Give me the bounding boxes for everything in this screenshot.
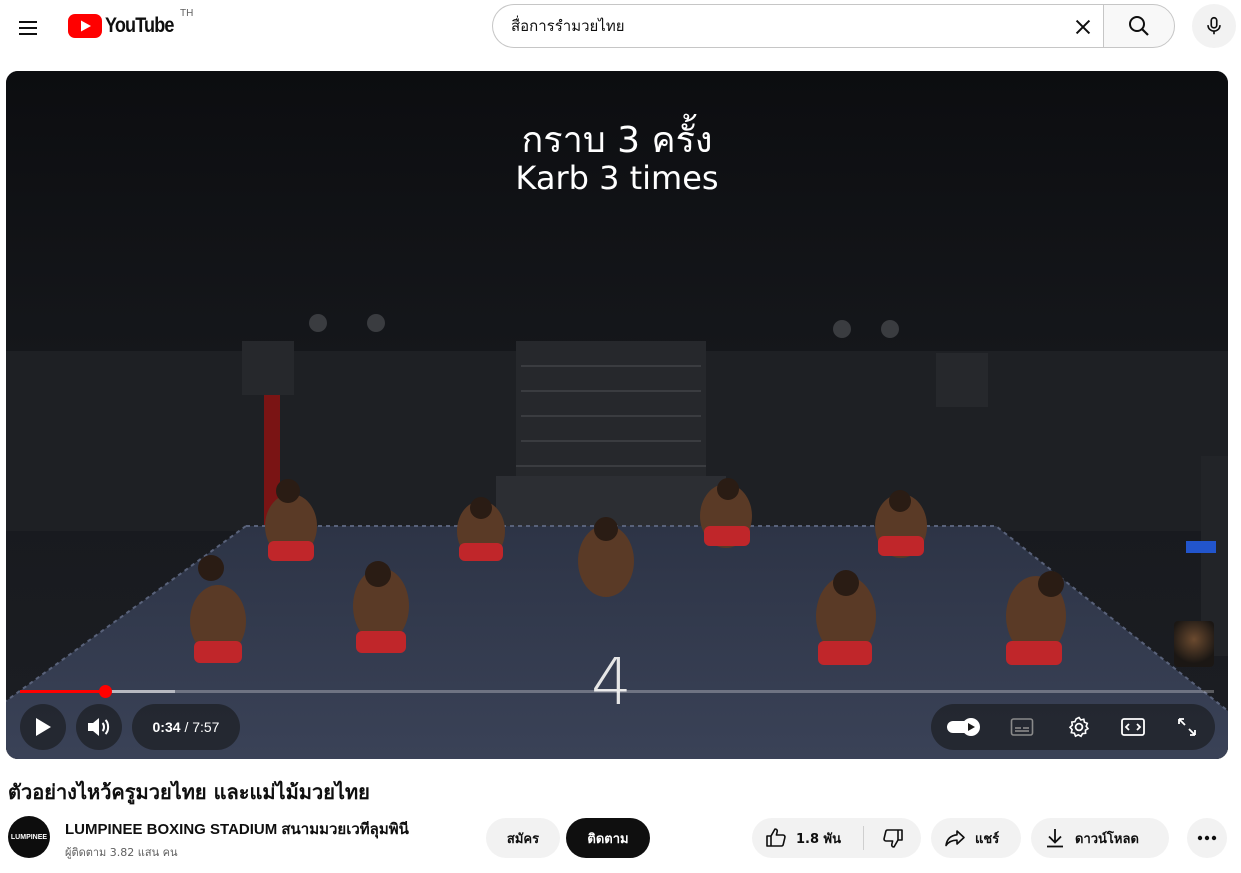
menu-button[interactable] <box>8 8 48 48</box>
theater-mode-icon <box>1121 718 1145 736</box>
video-count-overlay: 4 <box>591 646 632 720</box>
subtitles-icon <box>1010 718 1034 736</box>
like-button[interactable]: 1.8 พัน <box>752 818 863 858</box>
channel-avatar[interactable]: LUMPINEE <box>8 816 50 858</box>
search-icon <box>1129 16 1149 36</box>
download-icon <box>1047 829 1063 848</box>
progress-played <box>20 690 105 693</box>
share-label: แชร์ <box>975 831 1000 847</box>
share-button[interactable]: แชร์ <box>931 818 1021 858</box>
video-player[interactable]: กราบ 3 ครั้ง Karb 3 times 4 0:34 / 7:57 <box>6 71 1228 759</box>
download-button[interactable]: ดาวน์โหลด <box>1031 818 1169 858</box>
progress-bar[interactable] <box>20 685 1214 698</box>
country-code: TH <box>180 8 194 19</box>
right-controls <box>931 704 1215 750</box>
channel-avatar-text: LUMPINEE <box>10 833 48 841</box>
logo-text: YouTube <box>105 14 174 37</box>
download-label: ดาวน์โหลด <box>1075 831 1139 847</box>
autoplay-toggle[interactable] <box>943 704 987 750</box>
youtube-play-logo-icon <box>68 14 102 38</box>
share-icon <box>945 830 965 847</box>
settings-button[interactable] <box>1057 704 1101 750</box>
progress-scrubber[interactable] <box>99 685 112 698</box>
search-button[interactable] <box>1103 4 1175 48</box>
time-display: 0:34 / 7:57 <box>132 704 240 750</box>
search-input[interactable] <box>511 11 1051 41</box>
theater-mode-button[interactable] <box>1111 704 1155 750</box>
volume-icon <box>88 718 110 736</box>
play-button[interactable] <box>20 704 66 750</box>
thumbs-up-icon <box>766 828 786 847</box>
dislike-button[interactable] <box>864 818 921 858</box>
like-dislike-group: 1.8 พัน <box>752 818 921 858</box>
hamburger-menu-icon <box>19 21 37 35</box>
channel-name[interactable]: LUMPINEE BOXING STADIUM สนามมวยเวทีลุมพิ… <box>65 817 409 841</box>
voice-search-button[interactable] <box>1192 4 1236 48</box>
autoplay-toggle-icon <box>947 718 980 736</box>
subscriber-count: ผู้ติดตาม 3.82 แสน คน <box>65 846 178 859</box>
clear-search-button[interactable] <box>1063 7 1103 47</box>
fullscreen-icon <box>1178 718 1196 736</box>
thumbs-down-icon <box>882 829 903 848</box>
masthead: YouTube TH <box>0 0 1241 56</box>
subtitles-button[interactable] <box>1000 704 1044 750</box>
duration: / 7:57 <box>184 719 220 735</box>
join-button[interactable]: สมัคร <box>486 818 560 858</box>
play-icon <box>36 718 51 736</box>
like-count: 1.8 พัน <box>796 831 842 847</box>
search-box <box>492 4 1103 48</box>
more-horizontal-icon <box>1197 835 1217 841</box>
youtube-logo[interactable]: YouTube <box>68 10 185 42</box>
more-actions-button[interactable] <box>1187 818 1227 858</box>
current-time: 0:34 <box>152 719 181 735</box>
volume-button[interactable] <box>76 704 122 750</box>
close-icon <box>1075 19 1091 35</box>
video-caption-english: Karb 3 times <box>515 159 719 197</box>
subscribe-button[interactable]: ติดตาม <box>566 818 650 858</box>
gear-icon <box>1068 716 1090 738</box>
microphone-icon <box>1207 16 1221 35</box>
channel-watermark[interactable] <box>1174 621 1214 667</box>
fullscreen-button[interactable] <box>1165 704 1209 750</box>
video-title: ตัวอย่างไหว้ครูมวยไทย และแม่ไม้มวยไทย <box>8 780 370 804</box>
